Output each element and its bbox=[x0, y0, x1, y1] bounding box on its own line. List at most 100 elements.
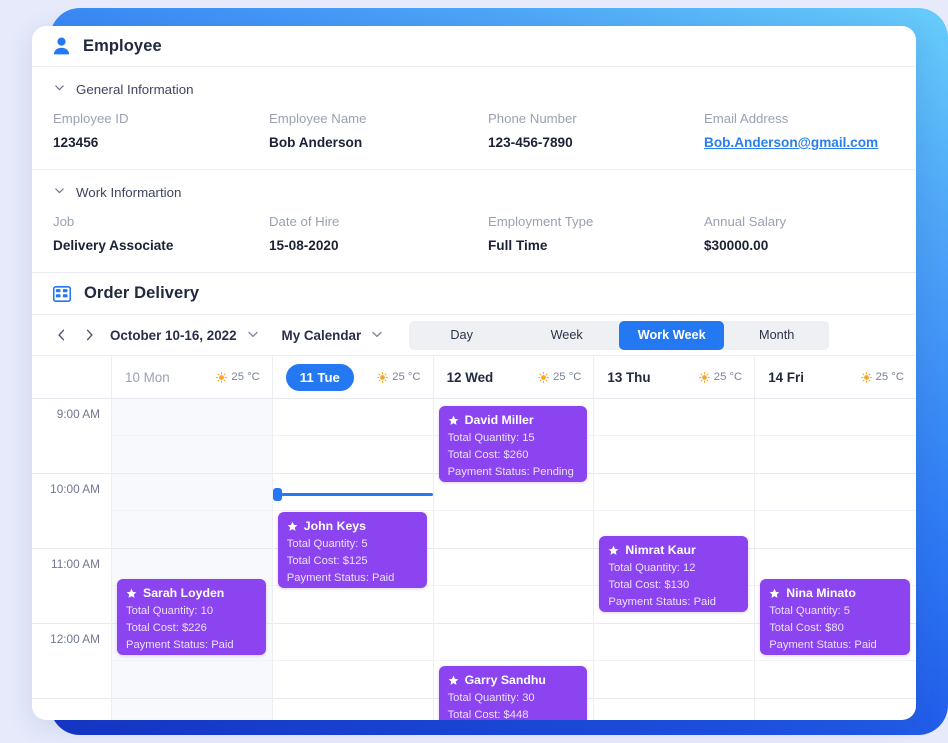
event-title: Nina Minato bbox=[769, 586, 901, 600]
hour-cell[interactable] bbox=[112, 474, 272, 549]
star-icon bbox=[608, 545, 619, 556]
time-label: 10:00 AM bbox=[50, 482, 100, 496]
hour-cell[interactable] bbox=[272, 399, 433, 474]
temperature: 25 °C bbox=[713, 371, 743, 383]
caret-down-icon[interactable] bbox=[372, 331, 382, 340]
day-label: 13 Thu bbox=[607, 369, 651, 385]
weather-wed: 25 °C bbox=[538, 371, 581, 383]
field-value: Delivery Associate bbox=[53, 238, 174, 253]
person-icon bbox=[53, 37, 70, 55]
event-card[interactable]: David Miller Total Quantity: 15 Total Co… bbox=[438, 406, 588, 482]
work-information-fields: Job Delivery Associate Date of Hire 15-0… bbox=[32, 201, 916, 273]
event-name: Nimrat Kaur bbox=[625, 543, 696, 557]
day-column-fri[interactable]: Nina Minato Total Quantity: 5 Total Cost… bbox=[755, 399, 916, 720]
field-annual-salary: Annual Salary $30000.00 bbox=[704, 212, 895, 256]
event-card[interactable]: John Keys Total Quantity: 5 Total Cost: … bbox=[277, 512, 427, 588]
hour-cell[interactable] bbox=[755, 474, 916, 549]
calendar-grid-body: 9:00 AM 10:00 AM 11:00 AM 12:00 AM Sarah… bbox=[32, 399, 916, 720]
event-status: Payment Status: Paid bbox=[286, 572, 395, 584]
sun-icon bbox=[377, 371, 389, 383]
field-value: $30000.00 bbox=[704, 238, 769, 253]
day-header-fri[interactable]: 14 Fri 25 °C bbox=[755, 356, 916, 398]
temperature: 25 °C bbox=[392, 371, 421, 383]
tab-work-week[interactable]: Work Week bbox=[619, 320, 725, 350]
event-card[interactable]: Nina Minato Total Quantity: 5 Total Cost… bbox=[760, 579, 910, 655]
event-quantity: Total Quantity: 10 bbox=[126, 605, 214, 617]
calendar-day-header-row: 10 Mon 25 °C 11 Tue 25 °C 12 Wed 25 °C 1… bbox=[32, 356, 916, 399]
sun-icon bbox=[698, 371, 710, 383]
weather-thu: 25 °C bbox=[698, 371, 743, 383]
field-label: Job bbox=[53, 214, 75, 229]
field-value: 123456 bbox=[53, 135, 99, 150]
time-label: 12:00 AM bbox=[50, 632, 100, 646]
field-label: Date of Hire bbox=[269, 214, 340, 229]
field-employment-type: Employment Type Full Time bbox=[488, 212, 704, 256]
time-row: 10:00 AM bbox=[32, 474, 111, 549]
email-link[interactable]: Bob.Anderson@gmail.com bbox=[704, 132, 895, 153]
day-label: 11 Tue bbox=[285, 363, 354, 391]
hour-cell[interactable] bbox=[594, 624, 755, 699]
event-cost: Total Cost: $130 bbox=[608, 579, 690, 591]
event-card[interactable]: Sarah Loyden Total Quantity: 10 Total Co… bbox=[117, 579, 266, 655]
event-card[interactable]: Nimrat Kaur Total Quantity: 12 Total Cos… bbox=[599, 536, 749, 612]
hour-cell[interactable] bbox=[272, 624, 433, 699]
field-phone-number: Phone Number 123-456-7890 bbox=[488, 109, 704, 153]
tab-day[interactable]: Day bbox=[409, 321, 514, 350]
event-title: Sarah Loyden bbox=[126, 586, 257, 600]
field-label: Email Address bbox=[704, 111, 789, 126]
event-card[interactable]: Garry Sandhu Total Quantity: 30 Total Co… bbox=[438, 666, 588, 720]
current-time-line bbox=[280, 493, 433, 496]
day-header-tue[interactable]: 11 Tue 25 °C bbox=[273, 356, 434, 398]
employee-card: Employee General Information Employee ID… bbox=[32, 26, 916, 720]
current-time-marker bbox=[272, 488, 282, 501]
event-quantity: Total Quantity: 30 bbox=[447, 692, 535, 704]
weather-tue: 25 °C bbox=[377, 371, 421, 383]
hour-cell[interactable] bbox=[594, 399, 755, 474]
chevron-down-icon bbox=[54, 183, 65, 201]
day-header-thu[interactable]: 13 Thu 25 °C bbox=[594, 356, 756, 398]
caret-down-icon[interactable] bbox=[247, 331, 258, 340]
day-column-wed[interactable]: David Miller Total Quantity: 15 Total Co… bbox=[433, 399, 595, 720]
event-cost: Total Cost: $260 bbox=[447, 449, 529, 461]
field-label: Employment Type bbox=[488, 214, 594, 229]
field-date-of-hire: Date of Hire 15-08-2020 bbox=[269, 212, 488, 256]
hour-cell[interactable] bbox=[755, 399, 916, 474]
event-title: Garry Sandhu bbox=[448, 673, 579, 687]
group-general-information[interactable]: General Information bbox=[32, 67, 916, 98]
next-period-button[interactable] bbox=[78, 324, 100, 346]
weather-mon: 25 °C bbox=[216, 371, 260, 383]
hour-cell[interactable] bbox=[433, 474, 594, 549]
group-label: Work Informartion bbox=[76, 184, 182, 200]
field-job: Job Delivery Associate bbox=[53, 212, 269, 256]
day-column-tue[interactable]: John Keys Total Quantity: 5 Total Cost: … bbox=[272, 399, 434, 720]
group-work-information[interactable]: Work Informartion bbox=[32, 170, 916, 201]
time-row: 9:00 AM bbox=[32, 399, 111, 474]
prev-period-button[interactable] bbox=[50, 324, 72, 346]
day-label: 12 Wed bbox=[446, 369, 494, 385]
event-status: Payment Status: Paid bbox=[126, 639, 234, 651]
date-range-label[interactable]: October 10-16, 2022 bbox=[110, 328, 237, 343]
field-value: Bob Anderson bbox=[269, 135, 363, 150]
calendar-select-label[interactable]: My Calendar bbox=[282, 328, 362, 343]
field-employee-name: Employee Name Bob Anderson bbox=[269, 109, 488, 153]
time-label: 11:00 AM bbox=[51, 557, 100, 571]
day-column-mon[interactable]: Sarah Loyden Total Quantity: 10 Total Co… bbox=[112, 399, 273, 720]
hour-cell[interactable] bbox=[112, 399, 272, 474]
tab-month[interactable]: Month bbox=[724, 321, 829, 350]
order-delivery-section-header: Order Delivery bbox=[32, 273, 916, 315]
day-header-mon[interactable]: 10 Mon 25 °C bbox=[112, 356, 273, 398]
time-row: 12:00 AM bbox=[32, 624, 111, 699]
field-value: 15-08-2020 bbox=[269, 238, 339, 253]
event-status: Payment Status: Pending bbox=[447, 466, 574, 478]
star-icon bbox=[126, 588, 137, 599]
day-column-thu[interactable]: Nimrat Kaur Total Quantity: 12 Total Cos… bbox=[594, 399, 756, 720]
chevron-down-icon bbox=[54, 80, 65, 98]
day-header-wed[interactable]: 12 Wed 25 °C bbox=[434, 356, 595, 398]
event-cost: Total Cost: $226 bbox=[126, 622, 207, 634]
hour-cell[interactable] bbox=[433, 549, 594, 624]
field-label: Employee Name bbox=[269, 111, 367, 126]
event-name: Garry Sandhu bbox=[464, 673, 546, 687]
tab-week[interactable]: Week bbox=[514, 321, 619, 350]
day-label: 14 Fri bbox=[768, 369, 804, 385]
event-name: John Keys bbox=[303, 519, 366, 533]
